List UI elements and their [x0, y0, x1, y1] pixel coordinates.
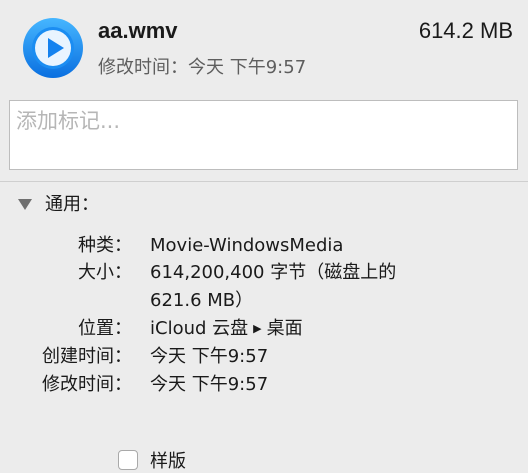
- disclosure-triangle-icon: [18, 198, 32, 210]
- size-value-line2: 621.6 MB）: [150, 290, 254, 311]
- modified-value: 今天 下午9:57: [150, 374, 269, 395]
- where-path-desktop: 桌面: [266, 318, 303, 339]
- created-label: 创建时间：: [42, 346, 132, 367]
- stationery-label: 样版: [150, 451, 186, 472]
- section-general-title: 通用：: [45, 194, 99, 215]
- section-general-toggle[interactable]: 通用：: [18, 189, 99, 217]
- file-name: aa.wmv: [98, 18, 178, 43]
- created-value: 今天 下午9:57: [150, 346, 269, 367]
- where-path: iCloud 云盘 ▶ 桌面: [150, 315, 303, 344]
- divider: [0, 181, 528, 182]
- size-label: 大小：: [78, 262, 132, 283]
- file-size: 614.2 MB: [418, 18, 513, 43]
- tags-input[interactable]: 添加标记...: [9, 100, 518, 170]
- kind-label: 种类：: [78, 235, 132, 256]
- where-label: 位置：: [78, 318, 132, 339]
- stationery-checkbox[interactable]: [118, 450, 138, 470]
- info-header: aa.wmv 614.2 MB 修改时间：今天 下午9:57: [0, 0, 528, 96]
- modified-label: 修改时间：: [42, 374, 132, 395]
- modified-date: 修改时间：今天 下午9:57: [98, 57, 307, 78]
- stationery-row[interactable]: 样版: [118, 447, 186, 473]
- where-path-icloud: iCloud 云盘: [150, 318, 249, 339]
- media-player-play-icon: [23, 18, 83, 78]
- path-separator-icon: ▶: [253, 322, 262, 335]
- kind-value: Movie-WindowsMedia: [150, 235, 344, 256]
- size-value-line1: 614,200,400 字节（磁盘上的: [150, 262, 397, 283]
